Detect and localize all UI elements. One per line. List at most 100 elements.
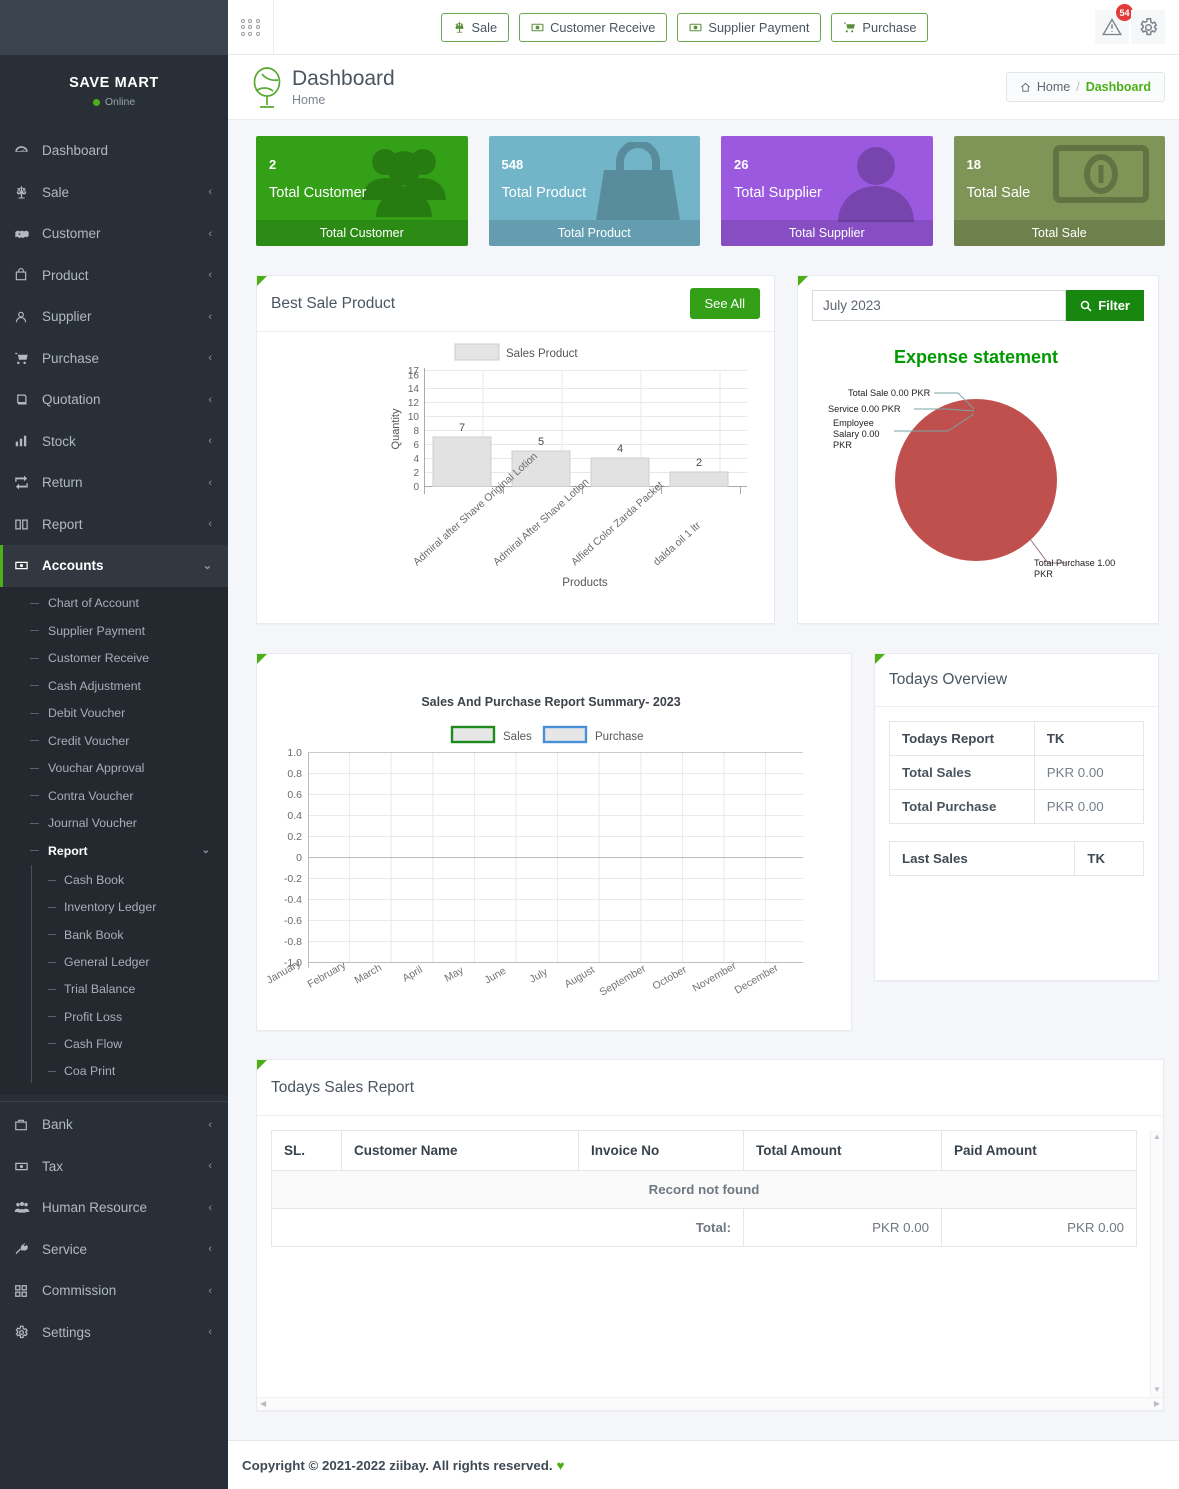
topbar-purchase-button[interactable]: Purchase — [831, 12, 929, 42]
sidebar-item-bank[interactable]: Bank ‹ — [0, 1104, 228, 1146]
submenu-item-chart-of-account[interactable]: Chart of Account — [0, 590, 228, 618]
chevron-icon: ‹ — [208, 1326, 212, 1339]
sidebar-item-accounts[interactable]: Accounts ⌄ — [0, 545, 228, 587]
submenu-item-supplier-payment[interactable]: Supplier Payment — [0, 617, 228, 645]
svg-text:7: 7 — [459, 422, 465, 434]
todays-sales-report-body: SL. Customer Name Invoice No Total Amoun… — [257, 1116, 1163, 1247]
sidebar-label: Human Resource — [42, 1200, 148, 1216]
sidebar-item-dashboard[interactable]: Dashboard — [0, 130, 228, 172]
sidebar-item-tax[interactable]: Tax ‹ — [0, 1145, 228, 1187]
sidebar-item-purchase[interactable]: Purchase ‹ — [0, 338, 228, 380]
chevron-icon: ‹ — [208, 227, 212, 240]
table-horizontal-scrollbar[interactable]: ◀ ▶ — [257, 1397, 1163, 1410]
sidebar-item-sale[interactable]: Sale ‹ — [0, 172, 228, 214]
bag-icon — [590, 142, 686, 224]
warning-triangle-icon[interactable]: 54 — [1095, 4, 1133, 44]
chevron-icon: ‹ — [208, 352, 212, 365]
chevron-icon: ‹ — [208, 518, 212, 531]
svg-text:0: 0 — [296, 852, 302, 864]
submenu-item-debit-voucher[interactable]: Debit Voucher — [0, 700, 228, 728]
sidebar-label: Settings — [42, 1324, 91, 1340]
page-subtitle: Home — [292, 92, 326, 107]
tools-icon — [14, 1242, 38, 1257]
see-all-button[interactable]: See All — [689, 288, 760, 319]
chevron-down-icon: ⌄ — [201, 845, 210, 857]
sidebar-item-return[interactable]: Return ‹ — [0, 462, 228, 504]
table-row: Record not found — [271, 1170, 1137, 1209]
submenu-item-cash-flow[interactable]: Cash Flow — [0, 1030, 228, 1057]
sidebar-item-settings[interactable]: Settings ‹ — [0, 1311, 228, 1353]
scroll-down-icon[interactable]: ▼ — [1153, 1386, 1161, 1394]
stat-card-total-sale[interactable]: 18 Total Sale Total Sale — [953, 136, 1165, 246]
sidebar-item-product[interactable]: Product ‹ — [0, 255, 228, 297]
stat-card-total-product[interactable]: 548 Total Product Total Product — [488, 136, 700, 246]
total-amount-value: PKR 0.00 — [743, 1208, 942, 1247]
sidebar-item-supplier[interactable]: Supplier ‹ — [0, 296, 228, 338]
sidebar-label: Tax — [42, 1158, 64, 1174]
topbar-sale-button[interactable]: Sale — [440, 12, 510, 42]
submenu-item-profit-loss[interactable]: Profit Loss — [0, 1003, 228, 1030]
stat-card-total-customer[interactable]: 2 Total Customer Total Customer — [256, 136, 468, 246]
svg-text:14: 14 — [408, 384, 420, 395]
submenu-item-bank-book[interactable]: Bank Book — [0, 921, 228, 948]
dash-icon — [30, 602, 39, 604]
sidebar-item-quotation[interactable]: Quotation ‹ — [0, 379, 228, 421]
submenu-item-credit-voucher[interactable]: Credit Voucher — [0, 727, 228, 755]
topbar-customer-receive-button[interactable]: Customer Receive — [519, 12, 668, 42]
submenu-item-coa-print[interactable]: Coa Print — [0, 1058, 228, 1085]
gear-icon[interactable] — [1131, 10, 1165, 44]
submenu-item-trial-balance[interactable]: Trial Balance — [0, 976, 228, 1003]
submenu-item-general-ledger[interactable]: General Ledger — [0, 948, 228, 975]
submenu-item-inventory-ledger[interactable]: Inventory Ledger — [0, 894, 228, 921]
dash-icon — [48, 1016, 56, 1018]
sidebar-item-commission[interactable]: Commission ‹ — [0, 1270, 228, 1312]
submenu-label: Coa Print — [64, 1064, 116, 1079]
dash-icon — [30, 767, 39, 769]
topbar-right: 54 — [1095, 4, 1179, 44]
sidebar-item-report[interactable]: Report ‹ — [0, 504, 228, 546]
stat-card-total-supplier[interactable]: 26 Total Supplier Total Supplier — [721, 136, 933, 246]
scroll-right-icon[interactable]: ▶ — [1154, 1400, 1160, 1408]
accounts-submenu: Chart of Account Supplier Payment Custom… — [0, 586, 228, 1095]
table-vertical-scrollbar[interactable]: ▲ ▼ — [1150, 1130, 1163, 1397]
breadcrumb-home[interactable]: Home — [1037, 80, 1070, 94]
month-filter-input[interactable] — [812, 290, 1067, 321]
sidebar-item-human-resource[interactable]: Human Resource ‹ — [0, 1187, 228, 1229]
submenu-item-customer-receive[interactable]: Customer Receive — [0, 645, 228, 673]
sidebar-item-service[interactable]: Service ‹ — [0, 1228, 228, 1270]
svg-text:5: 5 — [538, 436, 544, 448]
dash-icon — [30, 712, 39, 714]
col-paid-amount: Paid Amount — [941, 1130, 1137, 1171]
book-icon — [14, 392, 38, 407]
sales-purchase-panel: Sales And Purchase Report Summary- 2023 … — [256, 653, 852, 1031]
todays-overview-header: Todays Overview — [875, 654, 1158, 707]
people-group-icon — [14, 1200, 38, 1216]
sidebar-nav: Dashboard Sale ‹ Customer ‹ Product ‹ Su… — [0, 122, 228, 1353]
submenu-item-report[interactable]: Report ⌄ — [0, 837, 228, 865]
user-icon — [833, 142, 919, 222]
dash-icon — [48, 988, 56, 990]
sidebar-item-stock[interactable]: Stock ‹ — [0, 421, 228, 463]
submenu-item-contra-voucher[interactable]: Contra Voucher — [0, 782, 228, 810]
sidebar-label: Bank — [42, 1117, 73, 1133]
submenu-item-cash-adjustment[interactable]: Cash Adjustment — [0, 672, 228, 700]
topbar-supplier-payment-button[interactable]: Supplier Payment — [677, 12, 822, 42]
grid-apps-icon[interactable] — [228, 0, 274, 55]
col-invoice-no: Invoice No — [578, 1130, 744, 1171]
scroll-up-icon[interactable]: ▲ — [1153, 1133, 1161, 1141]
todays-report-table: Todays Report TK Total Sales PKR 0.00 To… — [889, 721, 1145, 824]
line-chart-svg: Sales And Purchase Report Summary- 2023 … — [265, 695, 803, 999]
scroll-left-icon[interactable]: ◀ — [260, 1400, 266, 1408]
sidebar-label: Quotation — [42, 392, 101, 408]
sidebar-item-customer[interactable]: Customer ‹ — [0, 213, 228, 255]
submenu-item-cash-book[interactable]: Cash Book — [0, 867, 228, 894]
heart-icon: ♥ — [556, 1457, 565, 1473]
dash-icon — [30, 740, 39, 742]
squares-icon — [14, 1284, 38, 1298]
stat-value: 548 — [501, 157, 524, 172]
stat-value: 2 — [269, 157, 277, 172]
submenu-item-vouchar-approval[interactable]: Vouchar Approval — [0, 755, 228, 783]
filter-button[interactable]: Filter — [1066, 290, 1144, 321]
submenu-item-journal-voucher[interactable]: Journal Voucher — [0, 810, 228, 838]
todays-overview-body: Todays Report TK Total Sales PKR 0.00 To… — [875, 707, 1158, 890]
